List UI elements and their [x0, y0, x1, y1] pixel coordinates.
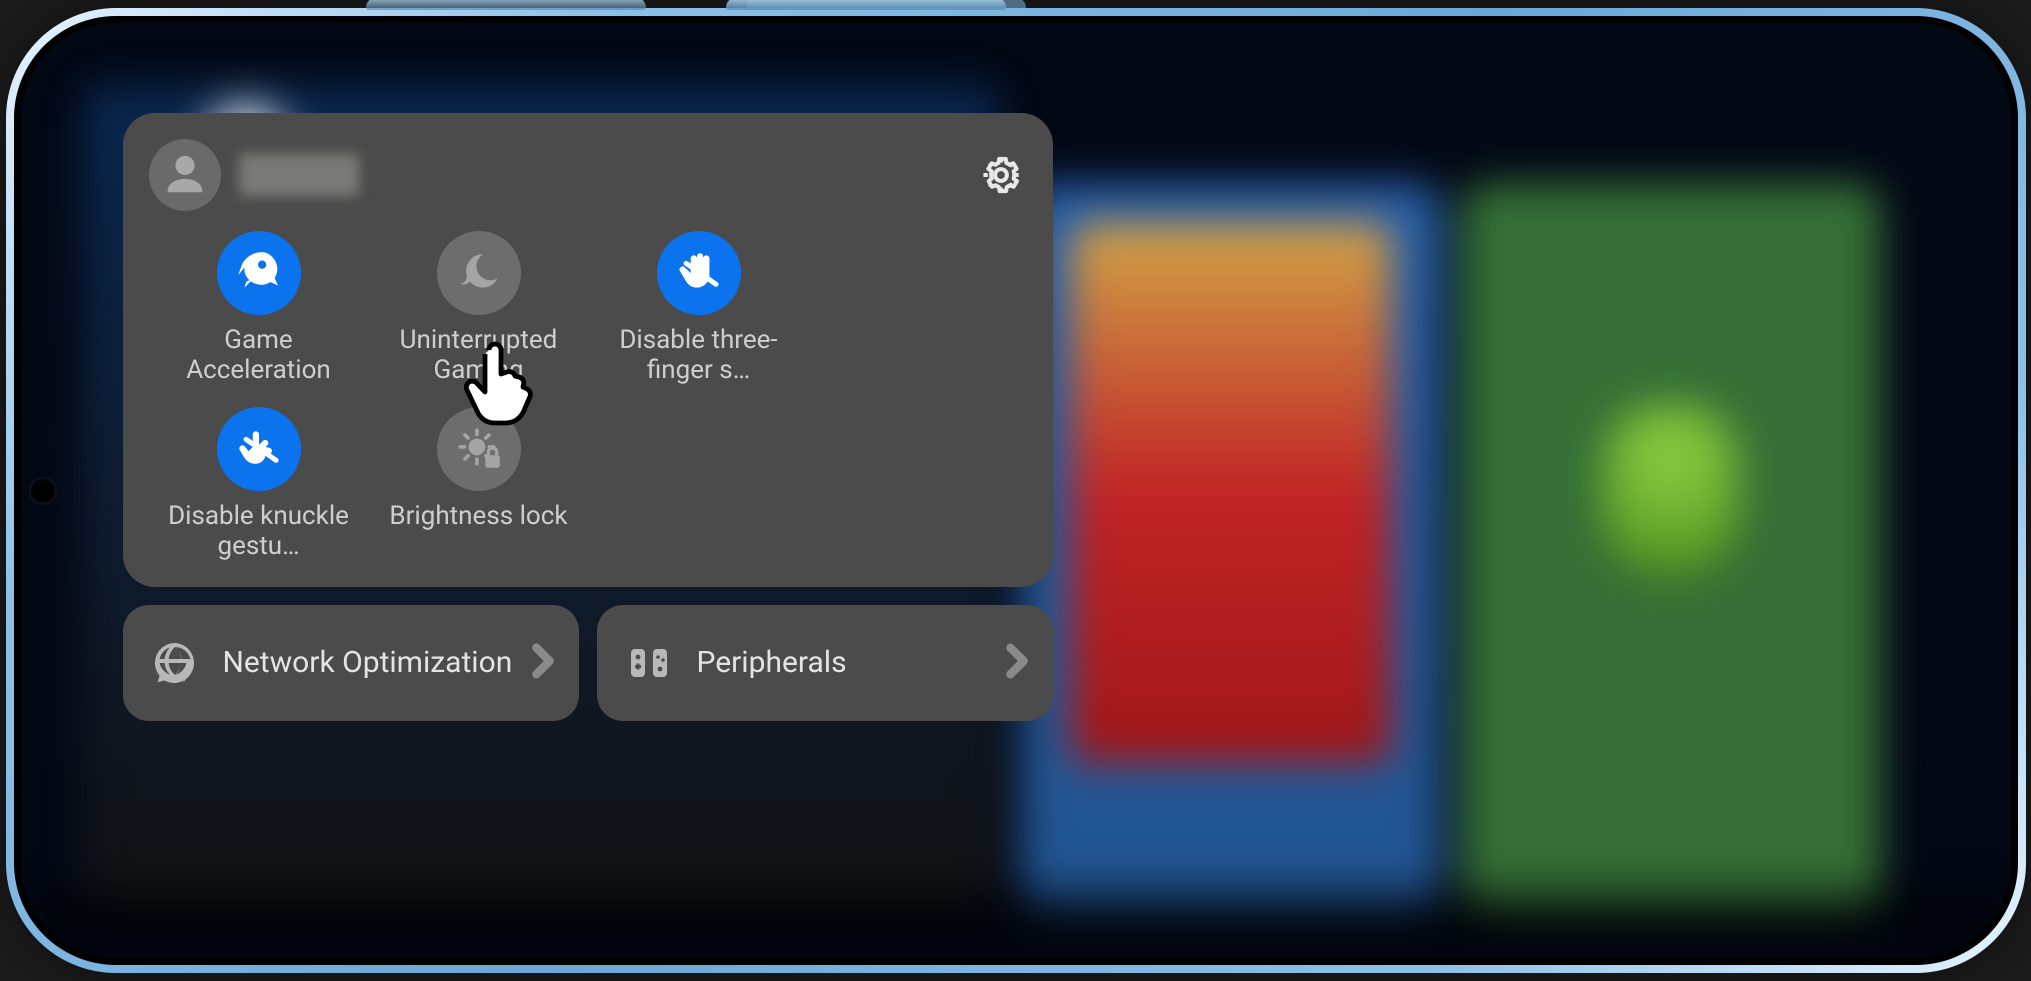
toggle-brightness-lock[interactable]: Brightness lock	[369, 407, 589, 561]
row-label: Network Optimization	[223, 646, 529, 680]
toggle-label: Brightness lock	[389, 501, 567, 531]
rocket-icon	[234, 248, 284, 298]
toggle-grid: Game Acceleration Uninterrupted Gaming	[149, 231, 1027, 561]
panel-header	[149, 135, 1027, 215]
toggle-disable-knuckle[interactable]: Disable knuckle gestu…	[149, 407, 369, 561]
chevron-right-icon	[529, 641, 557, 685]
toggle-label: Game Acceleration	[154, 325, 364, 385]
knuckle-off-icon	[234, 424, 284, 474]
screen: Game Acceleration Uninterrupted Gaming	[21, 23, 2011, 958]
moon-icon	[454, 248, 504, 298]
avatar[interactable]	[149, 139, 221, 211]
gear-icon	[979, 153, 1023, 197]
toggle-uninterrupted-gaming[interactable]: Uninterrupted Gaming	[369, 231, 589, 385]
chevron-right-icon	[1003, 641, 1031, 685]
bottom-row: Network Optimization Peripherals	[123, 605, 1053, 721]
settings-button[interactable]	[975, 149, 1027, 201]
toggle-label: Disable knuckle gestu…	[154, 501, 364, 561]
three-finger-off-icon	[674, 248, 724, 298]
phone-bezel: Game Acceleration Uninterrupted Gaming	[14, 16, 2018, 965]
user-icon	[162, 152, 208, 198]
main-panel: Game Acceleration Uninterrupted Gaming	[123, 113, 1053, 587]
front-camera-notch	[29, 477, 57, 505]
username-redacted	[239, 154, 359, 196]
toggle-disable-three-finger[interactable]: Disable three-finger s…	[589, 231, 809, 385]
game-assistant-overlay: Game Acceleration Uninterrupted Gaming	[123, 113, 1053, 721]
row-label: Peripherals	[697, 646, 1003, 680]
toggle-game-acceleration[interactable]: Game Acceleration	[149, 231, 369, 385]
brightness-lock-icon	[454, 424, 504, 474]
toggle-label: Disable three-finger s…	[594, 325, 804, 385]
globe-bolt-icon	[145, 633, 205, 693]
phone-frame: Game Acceleration Uninterrupted Gaming	[6, 8, 2026, 973]
row-network-optimization[interactable]: Network Optimization	[123, 605, 579, 721]
controller-icon	[619, 633, 679, 693]
toggle-label: Uninterrupted Gaming	[374, 325, 584, 385]
row-peripherals[interactable]: Peripherals	[597, 605, 1053, 721]
